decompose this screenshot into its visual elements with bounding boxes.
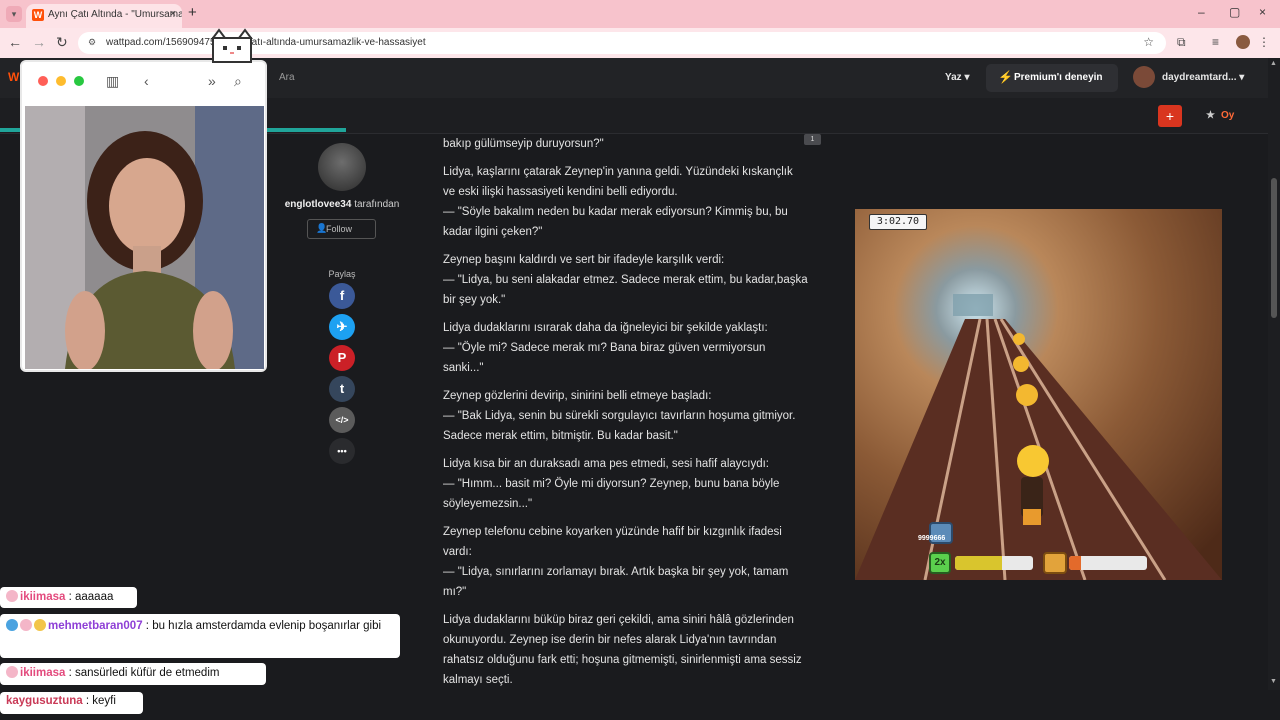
chat-message: ikiimasa : aaaaaa	[0, 587, 137, 608]
user-menu[interactable]: daydreamtard... ▾	[1162, 72, 1244, 83]
bookmark-star-icon[interactable]: ☆	[1143, 35, 1154, 49]
write-menu-button[interactable]: Yaz ▾	[945, 72, 969, 83]
forward-arrow-icon[interactable]: →	[32, 34, 46, 50]
double-chevron-icon[interactable]: »	[208, 73, 216, 89]
chat-text: : aaaaaa	[65, 591, 114, 603]
premium-label: Premium'ı deneyin	[1014, 72, 1103, 83]
browser-tab[interactable]: W Aynı Çatı Altında - "Umursama ×	[26, 4, 182, 28]
add-to-list-button[interactable]: +	[1158, 105, 1182, 127]
story-body: bakıp gülümseyip duruyorsun?" Lidya, kaşl…	[443, 134, 808, 698]
reload-icon[interactable]: ↻	[56, 34, 68, 51]
game-score: 9999666	[918, 535, 946, 542]
score-multiplier: 2x	[929, 552, 951, 574]
zoom-dot-icon[interactable]	[74, 76, 84, 86]
badge-icon	[20, 619, 32, 631]
chat-message: kaygusuztuna : keyfi	[0, 692, 143, 714]
premium-button[interactable]: ⚡ Premium'ı deneyin	[986, 64, 1118, 92]
close-window-button[interactable]: ×	[1259, 5, 1266, 19]
chat-text: : bu hızla amsterdamda evlenip boşanırla…	[142, 620, 382, 632]
webcam-window: ▥ ‹ » ⌕	[20, 60, 267, 372]
chat-username: kaygusuztuna	[6, 695, 83, 707]
menu-kebab-icon[interactable]: ⋮	[1258, 35, 1270, 49]
pixel-cat-icon	[211, 28, 253, 63]
author-avatar[interactable]	[318, 143, 366, 191]
share-twitter-icon[interactable]: ✈	[329, 314, 355, 340]
page-scrollbar[interactable]	[1268, 58, 1280, 690]
badge-icon	[6, 590, 18, 602]
maximize-button[interactable]: ▢	[1229, 5, 1240, 19]
tab-title: Aynı Çatı Altında - "Umursama	[48, 9, 182, 20]
user-avatar[interactable]	[1133, 66, 1155, 88]
scrollbar-thumb[interactable]	[1271, 178, 1277, 318]
browser-toolbar: ← → ↻ ⚙ wattpad.com/1569094754-aynı-çatı…	[0, 28, 1280, 58]
share-more-icon[interactable]: •••	[329, 438, 355, 464]
powerup-meter-secondary	[1069, 556, 1147, 570]
share-pinterest-icon[interactable]: P	[329, 345, 355, 371]
chat-username: ikiimasa	[20, 667, 66, 679]
site-info-icon[interactable]: ⚙	[88, 37, 96, 48]
story-paragraph: Zeynep telefonu cebine koyarken yüzünde …	[443, 526, 789, 598]
powerup-meter	[955, 556, 1033, 570]
url-text: wattpad.com/1569094754-aynı-çatı-altında…	[106, 37, 426, 48]
minimize-button[interactable]: –	[1198, 5, 1205, 19]
story-paragraph: Zeynep gözlerini devirip, sinirini belli…	[443, 390, 796, 442]
webcam-feed	[25, 106, 264, 369]
sneakers-icon	[1043, 552, 1067, 574]
chat-message: ikiimasa : sansürledi küfür de etmedim	[0, 663, 266, 685]
wattpad-logo[interactable]: W	[8, 70, 19, 84]
story-paragraph: Lidya dudaklarını büküp biraz geri çekil…	[443, 614, 802, 686]
chat-text: : keyfi	[82, 695, 116, 707]
follow-button[interactable]: 👤 Follow	[307, 219, 376, 239]
back-arrow-icon[interactable]: ←	[8, 34, 22, 50]
scroll-up-icon[interactable]: ▲	[1270, 60, 1277, 67]
close-dot-icon[interactable]	[38, 76, 48, 86]
author-suffix: tarafından	[351, 199, 400, 210]
story-paragraph: bakıp gülümseyip duruyorsun?"	[443, 138, 604, 150]
share-embed-icon[interactable]: </>	[329, 407, 355, 433]
chat-username: mehmetbaran007	[48, 620, 143, 632]
story-paragraph: Lidya kısa bir an duraksadı ama pes etme…	[443, 458, 780, 510]
chevron-left-icon[interactable]: ‹	[144, 73, 149, 89]
badge-icon	[6, 666, 18, 678]
story-paragraph: Lidya dudaklarını ısırarak daha da iğnel…	[443, 322, 768, 374]
tab-search-icon[interactable]: ▾	[6, 6, 22, 22]
webcam-titlebar: ▥ ‹ » ⌕	[22, 62, 265, 104]
tab-close-icon[interactable]: ×	[170, 8, 176, 20]
chat-text: : sansürledi küfür de etmedim	[65, 667, 220, 679]
reading-list-icon[interactable]: ≡	[1212, 35, 1219, 49]
story-paragraph: Zeynep başını kaldırdı ve sert bir ifade…	[443, 254, 808, 306]
author-name[interactable]: englotlovee34	[285, 199, 352, 210]
chat-message: mehmetbaran007 : bu hızla amsterdamda ev…	[0, 614, 400, 658]
game-timer: 3:02.70	[869, 214, 927, 230]
sidebar-icon[interactable]: ▥	[106, 73, 119, 90]
star-icon: ★	[1206, 110, 1215, 121]
lightning-icon: ⚡	[998, 70, 1013, 84]
vote-button[interactable]: ★ Oy	[1206, 110, 1234, 121]
new-tab-button[interactable]: +	[188, 4, 197, 21]
powerup-meter-secondary-fill	[1069, 556, 1081, 570]
browser-tab-bar: ▾ W Aynı Çatı Altında - "Umursama × + – …	[0, 0, 1280, 28]
profile-avatar[interactable]	[1236, 35, 1250, 49]
story-paragraph: Lidya, kaşlarını çatarak Zeynep'in yanın…	[443, 166, 793, 238]
streamer-figure	[25, 106, 264, 369]
share-label: Paylaş	[328, 269, 356, 279]
badge-icon	[34, 619, 46, 631]
author-byline: englotlovee34 tarafından	[250, 199, 434, 210]
follow-label: Follow	[326, 224, 353, 234]
minimize-dot-icon[interactable]	[56, 76, 66, 86]
vote-label: Oy	[1220, 110, 1235, 121]
scroll-down-icon[interactable]: ▼	[1270, 678, 1277, 685]
share-facebook-icon[interactable]: f	[329, 283, 355, 309]
extensions-icon[interactable]: ⧉	[1177, 35, 1186, 50]
share-tumblr-icon[interactable]: t	[329, 376, 355, 402]
powerup-meter-fill	[955, 556, 1002, 570]
badge-icon	[6, 619, 18, 631]
gameplay-video: 3:02.70 9999666 2x	[855, 209, 1222, 580]
wattpad-favicon-icon: W	[32, 9, 44, 21]
search-input[interactable]: Ara	[279, 72, 295, 83]
subway-tunnel-scene	[855, 209, 1222, 580]
add-user-icon: 👤	[316, 223, 328, 233]
search-icon[interactable]: ⌕	[234, 73, 242, 90]
chat-username: ikiimasa	[20, 591, 66, 603]
